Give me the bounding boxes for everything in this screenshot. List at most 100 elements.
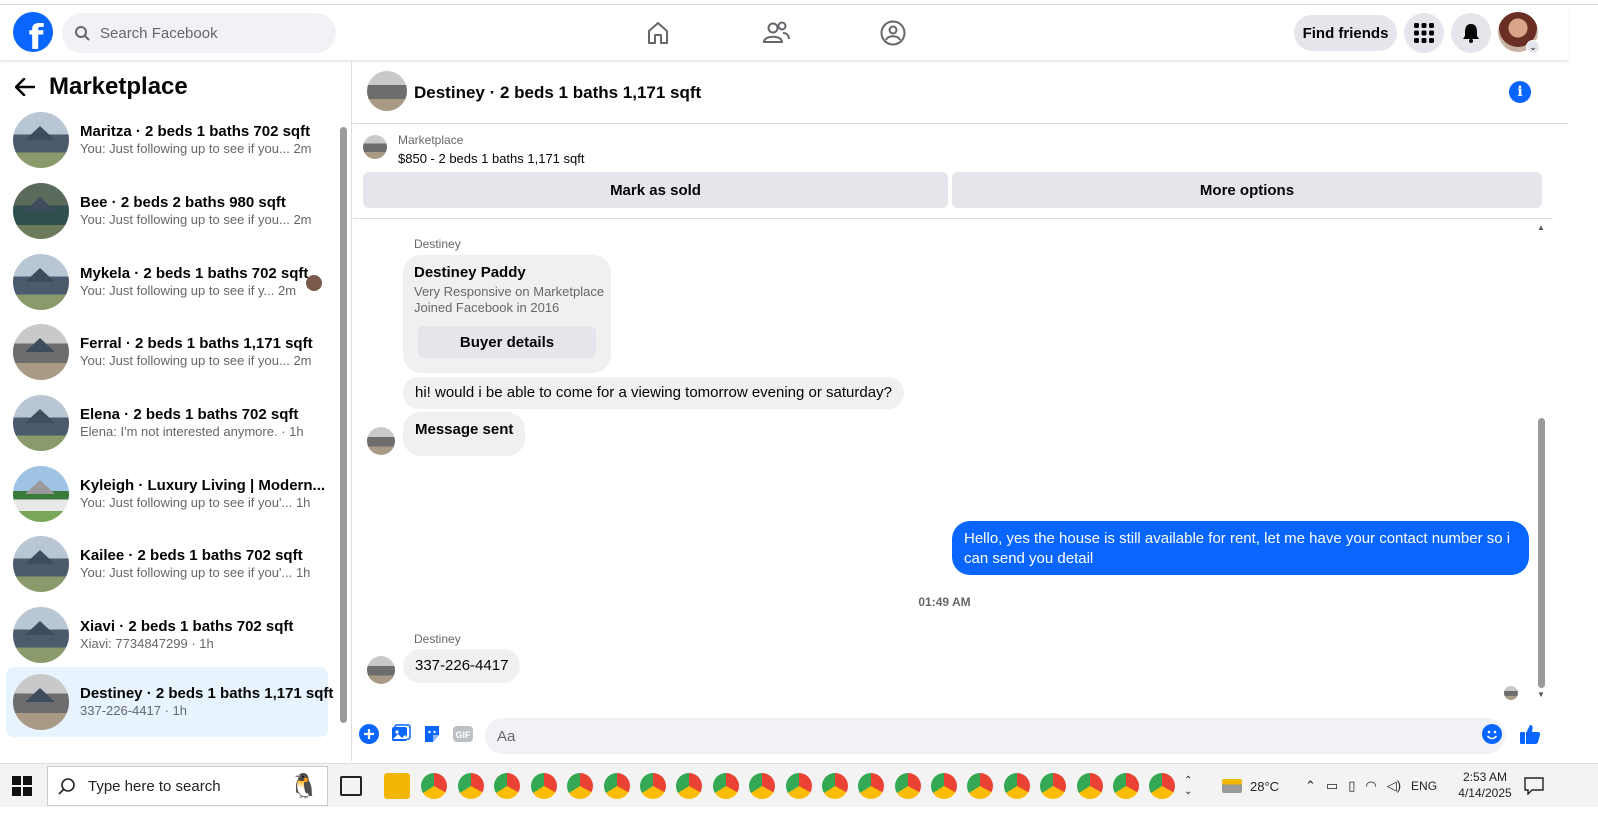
chrome-icon[interactable] [676, 773, 702, 799]
weather-widget[interactable]: 28°C [1222, 764, 1279, 808]
chrome-icon[interactable] [1040, 773, 1066, 799]
top-navigation-bar: f Search Facebook Find friends ⌄ [0, 5, 1568, 61]
profile-avatar[interactable]: ⌄ [1498, 12, 1540, 54]
scroll-up-arrow[interactable]: ▲ [1537, 223, 1545, 232]
scroll-down-arrow[interactable]: ▼ [1537, 690, 1545, 699]
scrollbar-thumb[interactable] [1538, 418, 1545, 688]
listing-thumbnail[interactable] [363, 135, 387, 159]
listing-avatar[interactable] [367, 71, 407, 111]
conversation-item[interactable]: Kyleigh · Luxury Living | Modern... You:… [6, 459, 328, 529]
groups-icon[interactable] [877, 17, 909, 49]
sidebar-scrollbar[interactable] [340, 127, 347, 727]
listing-thumbnail [13, 254, 69, 310]
conversation-item[interactable]: Elena · 2 beds 1 baths 702 sqft Elena: I… [6, 388, 328, 458]
windows-start-icon[interactable] [12, 776, 32, 796]
listing-price[interactable]: $850 - 2 beds 1 baths 1,171 sqft [398, 151, 584, 166]
file-explorer-icon[interactable] [384, 773, 410, 799]
conversation-item[interactable]: Xiavi · 2 beds 1 baths 702 sqft Xiavi: 7… [6, 600, 328, 670]
meet-now-icon[interactable]: ▭ [1326, 778, 1338, 794]
listing-thumbnail [13, 183, 69, 239]
volume-icon[interactable]: ◁) [1387, 778, 1401, 794]
bell-icon[interactable] [1451, 13, 1491, 53]
search-input[interactable]: Search Facebook [62, 13, 336, 53]
conversation-title: Kyleigh · Luxury Living | Modern... [80, 476, 326, 494]
listing-summary: Marketplace $850 - 2 beds 1 baths 1,171 … [353, 124, 1553, 219]
find-friends-button[interactable]: Find friends [1294, 15, 1397, 51]
chrome-icon[interactable] [749, 773, 775, 799]
chrome-icon[interactable] [494, 773, 520, 799]
chrome-icon[interactable] [1113, 773, 1139, 799]
friends-icon[interactable] [760, 17, 792, 49]
battery-icon[interactable]: ▯ [1348, 778, 1355, 794]
sender-avatar[interactable] [367, 656, 395, 684]
conversation-item[interactable]: Bee · 2 beds 2 baths 980 sqft You: Just … [6, 176, 328, 246]
message-input[interactable]: Aa [485, 718, 1505, 754]
gif-icon[interactable]: GIF [452, 723, 474, 745]
conversation-time: 1h [295, 565, 311, 581]
chrome-icon[interactable] [786, 773, 812, 799]
chrome-icon[interactable] [421, 773, 447, 799]
sender-avatar[interactable] [367, 427, 395, 455]
outgoing-message-bubble: Hello, yes the house is still available … [952, 521, 1529, 575]
facebook-logo-icon[interactable]: f [13, 12, 53, 52]
back-arrow-icon[interactable] [15, 78, 35, 96]
conversation-title: Destiney · 2 beds 1 baths 1,171 sqft [80, 684, 334, 702]
home-icon[interactable] [642, 17, 674, 49]
wifi-icon[interactable]: ◠ [1365, 778, 1376, 794]
clock[interactable]: 2:53 AM 4/14/2025 [1456, 764, 1514, 808]
taskbar-search-placeholder: Type here to search [88, 777, 221, 795]
conversation-item[interactable]: Kailee · 2 beds 1 baths 702 sqft You: Ju… [6, 529, 328, 599]
show-hidden-icons-icon[interactable]: ⌃ [1305, 778, 1316, 794]
sender-name: Destiney [414, 632, 461, 646]
buyer-responsiveness: Very Responsive on Marketplace [414, 284, 605, 299]
chrome-icon[interactable] [713, 773, 739, 799]
more-options-button[interactable]: More options [952, 172, 1542, 208]
chrome-icon[interactable] [640, 773, 666, 799]
buyer-joined: Joined Facebook in 2016 [414, 299, 560, 315]
task-view-icon[interactable] [340, 776, 362, 796]
conversation-item-active[interactable]: Destiney · 2 beds 1 baths 1,171 sqft 337… [6, 667, 333, 737]
message-thread: Destiney Destiney Paddy Very Responsive … [353, 219, 1553, 709]
chrome-icon[interactable] [604, 773, 630, 799]
chat-scrollbar[interactable]: ▲ ▼ [1537, 223, 1547, 699]
conversation-item[interactable]: Mykela · 2 beds 1 baths 702 sqft You: Ju… [6, 247, 328, 317]
notifications-icon[interactable] [1524, 764, 1544, 808]
language-indicator[interactable]: ENG [1411, 779, 1437, 793]
read-receipt-avatar [1504, 686, 1518, 700]
thumbs-up-icon[interactable] [1519, 723, 1541, 745]
chrome-icon[interactable] [1077, 773, 1103, 799]
emoji-icon[interactable] [1481, 723, 1503, 745]
chrome-icon[interactable] [967, 773, 993, 799]
conversation-time: 1h [172, 703, 187, 719]
chat-title[interactable]: Destiney · 2 beds 1 baths 1,171 sqft [414, 83, 701, 103]
sticker-icon[interactable] [421, 723, 443, 745]
conversation-item[interactable]: Ferral · 2 beds 1 baths 1,171 sqft You: … [6, 317, 328, 387]
message-sent-bubble: Message sent [403, 412, 526, 456]
photo-icon[interactable] [390, 723, 412, 745]
conversation-item[interactable]: Maritza · 2 beds 1 baths 702 sqft You: J… [6, 105, 328, 175]
buyer-details-button[interactable]: Buyer details [418, 326, 596, 358]
chrome-icon[interactable] [822, 773, 848, 799]
chrome-icon[interactable] [895, 773, 921, 799]
conversation-title: Ferral · 2 beds 1 baths 1,171 sqft [80, 334, 313, 352]
chrome-icon[interactable] [458, 773, 484, 799]
chrome-icon[interactable] [1004, 773, 1030, 799]
chrome-icon[interactable] [858, 773, 884, 799]
chrome-icon[interactable] [531, 773, 557, 799]
seen-avatar [306, 275, 322, 291]
chrome-icon[interactable] [931, 773, 957, 799]
message-timestamp: 01:49 AM [918, 595, 971, 609]
sender-name: Destiney [414, 237, 461, 251]
chrome-icon[interactable] [567, 773, 593, 799]
taskbar-search[interactable]: Type here to search 🐧 [47, 766, 328, 806]
chrome-icon[interactable] [1149, 773, 1175, 799]
plus-icon[interactable] [358, 723, 380, 745]
conversation-preview: You: Just following up to see if you'... [80, 495, 293, 511]
info-icon[interactable]: i [1509, 81, 1531, 103]
menu-grid-icon[interactable] [1404, 13, 1444, 53]
mark-as-sold-button[interactable]: Mark as sold [363, 172, 948, 208]
taskbar-overflow-chevrons[interactable]: ⌃ ⌄ [1184, 764, 1192, 808]
conversation-preview: You: Just following up to see if you... [80, 353, 290, 369]
windows-taskbar: Type here to search 🐧 ⌃ ⌄ 28°C ⌃ ▭ ▯ ◠ ◁)… [0, 763, 1598, 807]
scrollbar-thumb[interactable] [340, 127, 347, 723]
